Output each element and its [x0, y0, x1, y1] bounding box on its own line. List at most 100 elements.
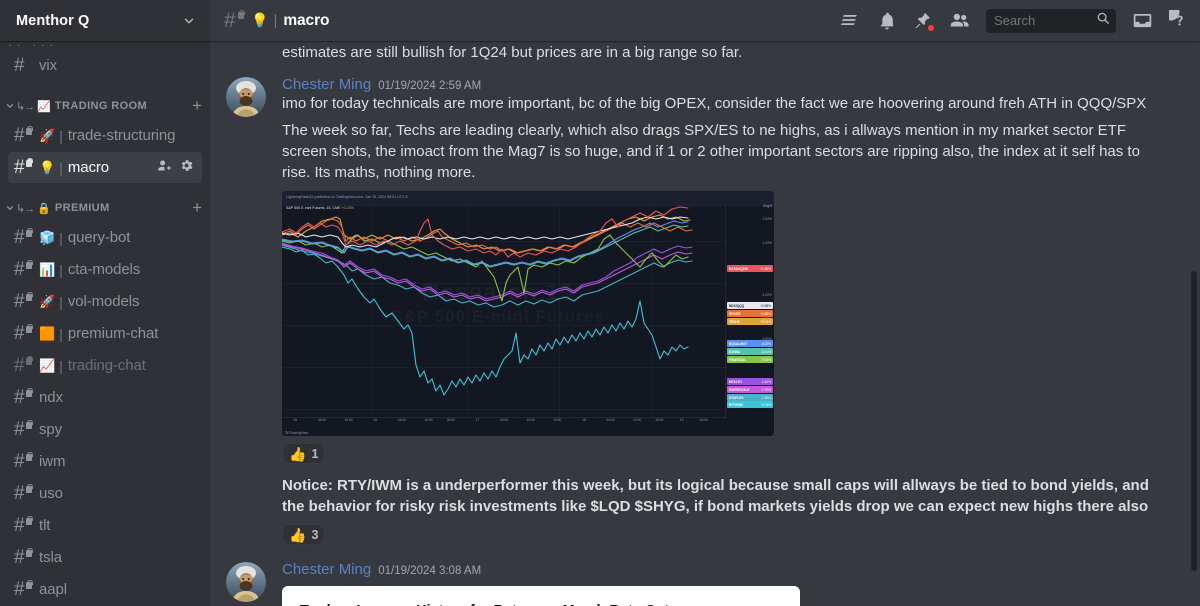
sidebar-item-tlt[interactable]: # tlt	[8, 510, 202, 541]
sidebar-item-premium-chat[interactable]: # 🟧 | premium-chat	[8, 318, 202, 349]
chevron-down-icon[interactable]	[4, 101, 16, 111]
search-input[interactable]: Search	[986, 8, 1116, 33]
channel-list[interactable]: ·· ··· # vix ↳→ 📈 TRADING ROOM + # 🚀 | t…	[0, 41, 210, 606]
sidebar-item-ndx[interactable]: # ndx	[8, 382, 202, 413]
sidebar-item-query-bot[interactable]: # 🧊 | query-bot	[8, 222, 202, 253]
series-name: RTY/IWM	[729, 402, 743, 407]
channel-label: iwm	[39, 453, 66, 470]
reaction-count: 1	[311, 446, 319, 461]
axis-tick: 2.00%	[762, 217, 772, 222]
pipe-separator: |	[59, 357, 63, 374]
bell-icon[interactable]	[877, 11, 897, 31]
series-last: +0.98%	[760, 303, 771, 308]
members-icon[interactable]	[949, 10, 970, 31]
message-timestamp: 01/19/2024 2:59 AM	[378, 79, 482, 92]
axis-tick: -1.00%	[761, 293, 772, 298]
chart-attachment[interactable]: LightningFlash22 published on TradingVie…	[282, 191, 774, 437]
reaction-bar: 👍 3	[282, 524, 1152, 546]
continued-message-line: estimates are still bullish for 1Q24 but…	[282, 44, 743, 61]
gear-icon[interactable]	[179, 158, 194, 178]
sidebar-item-uso[interactable]: # uso	[8, 478, 202, 509]
hash-icon: #	[14, 125, 34, 145]
sidebar-item-spy[interactable]: # spy	[8, 414, 202, 445]
axis-tick: 1.00%	[762, 241, 772, 246]
pipe-separator: |	[59, 293, 63, 310]
chart-increasing-icon: 📈	[37, 100, 51, 113]
sidebar-item-aapl[interactable]: # aapl	[8, 574, 202, 605]
axis-tick: 20:00	[446, 418, 455, 423]
axis-tick: 12:00	[344, 418, 353, 423]
message-text-bold: Notice: RTY/IWM is a underperformer this…	[282, 477, 1154, 515]
message-author[interactable]: Chester Ming	[282, 561, 371, 578]
sidebar-item-trade-structuring[interactable]: # 🚀 | trade-structuring	[8, 120, 202, 151]
sidebar-item-iwm[interactable]: # iwm	[8, 446, 202, 477]
axis-tick: 12:00	[633, 418, 642, 423]
sidebar-item-trading-chat[interactable]: # 📈 | trading-chat	[8, 350, 202, 381]
channel-label: macro	[67, 159, 110, 176]
avatar[interactable]	[226, 562, 266, 603]
bulb-icon: 💡	[39, 159, 56, 175]
chart-time-axis: 15 04:00 12:00 16 04:00 12:00 20:00 17 0…	[282, 418, 726, 426]
reaction-thumbsup[interactable]: 👍 1	[282, 443, 326, 465]
sidebar-item-macro[interactable]: # 💡 | macro	[8, 152, 202, 183]
axis-tick: 04:00	[317, 418, 327, 423]
avatar[interactable]	[226, 76, 266, 117]
series-tag: SPX/ES +0.55%	[727, 310, 773, 318]
rocket-icon: 🚀	[39, 293, 56, 309]
message-text: imo for today technicals are more import…	[282, 94, 1147, 112]
series-last: +0.55%	[760, 311, 771, 316]
pin-badge	[927, 23, 935, 32]
series-last: -0.22%	[760, 341, 771, 346]
hash-icon: #	[14, 451, 34, 471]
hash-icon: #	[14, 387, 34, 407]
arrow-decor-icon: ↳→	[16, 100, 35, 113]
series-last: +1.58%	[760, 266, 771, 271]
chevron-down-icon[interactable]	[182, 14, 196, 28]
series-tag: ENERGY/XLE -1.70%	[727, 386, 773, 394]
series-tag: DJI/DIA -0.41%	[727, 348, 773, 356]
series-tag: STAPLES -1.92%	[727, 394, 773, 402]
hash-icon: #	[14, 259, 34, 279]
article-embed[interactable]: Traders Lean on History for Bets on a Ma…	[282, 586, 800, 606]
hash-icon: #	[14, 547, 34, 567]
orange-square-icon: 🟧	[39, 325, 56, 341]
inbox-icon[interactable]	[1132, 10, 1153, 31]
hash-icon: #	[14, 483, 34, 503]
channel-sidebar: Menthor Q ·· ··· # vix ↳→ 📈 TRADING ROOM…	[0, 0, 210, 606]
add-member-icon[interactable]	[157, 158, 172, 178]
thumbs-up-icon: 👍	[289, 445, 307, 462]
hash-icon: #	[14, 323, 34, 343]
help-icon[interactable]	[1169, 10, 1190, 31]
channel-label: trade-structuring	[67, 127, 176, 144]
sidebar-item-vol-models[interactable]: # 🚀 | vol-models	[8, 286, 202, 317]
reaction-count: 3	[311, 527, 319, 542]
create-channel-icon[interactable]: +	[192, 97, 202, 116]
message-author[interactable]: Chester Ming	[282, 76, 371, 93]
clipped-text: ·· ···	[8, 41, 58, 49]
lock-icon: 🔒	[37, 202, 51, 215]
message-list[interactable]: estimates are still bullish for 1Q24 but…	[210, 41, 1200, 606]
reaction-thumbsup[interactable]: 👍 3	[282, 524, 326, 546]
category-trading-room[interactable]: ↳→ 📈 TRADING ROOM +	[0, 93, 210, 119]
create-channel-icon[interactable]: +	[192, 199, 202, 218]
reaction-bar: 👍 1	[282, 443, 1152, 465]
sidebar-item-tsla[interactable]: # tsla	[8, 542, 202, 573]
threads-icon[interactable]	[839, 10, 861, 32]
pipe-separator: |	[59, 229, 63, 246]
series-tag: NASDAQ100 +1.58%	[727, 265, 773, 273]
axis-tick: 19	[679, 418, 684, 423]
sidebar-item-cta-models[interactable]: # 📊 | cta-models	[8, 254, 202, 285]
arrow-decor-icon: ↳→	[16, 202, 35, 215]
chevron-down-icon[interactable]	[4, 203, 16, 213]
category-premium[interactable]: ↳→ 🔒 PREMIUM +	[0, 195, 210, 221]
pipe-separator: |	[59, 159, 63, 176]
axis-tick: 16:00	[655, 418, 664, 423]
sidebar-item-vix[interactable]: # vix	[8, 50, 202, 81]
series-tag: HEALTH -1.42%	[727, 378, 773, 386]
chart-price-axis: Chg% 2.00% 1.00% 0.00% -1.00% -2.00% -3.…	[726, 204, 774, 418]
pin-icon[interactable]	[913, 11, 935, 32]
series-name: STAPLES	[729, 395, 744, 400]
hash-icon: #	[14, 579, 34, 599]
server-header[interactable]: Menthor Q	[0, 0, 210, 41]
axis-tick: 04:00	[499, 418, 509, 423]
